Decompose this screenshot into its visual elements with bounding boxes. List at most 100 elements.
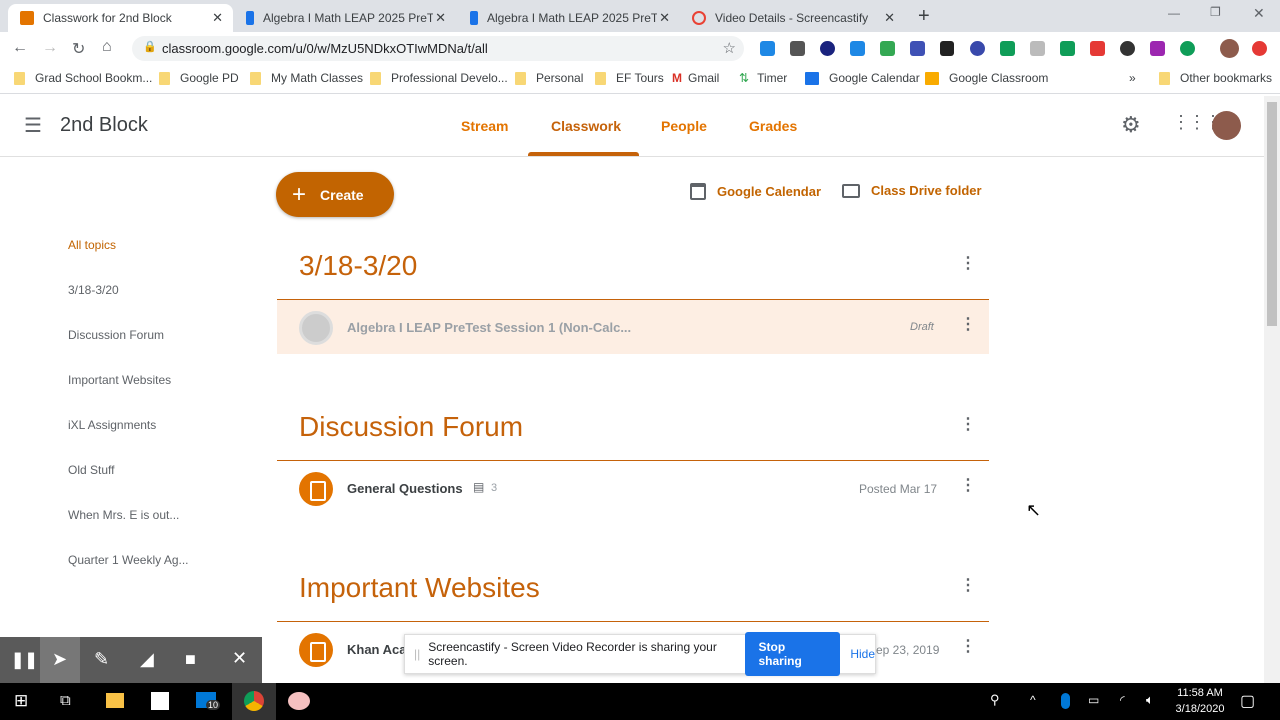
extension-icon[interactable] xyxy=(1180,41,1195,56)
sidebar-item[interactable]: Quarter 1 Weekly Ag... xyxy=(68,553,189,567)
class-drive-folder-link[interactable]: Class Drive folder xyxy=(842,183,982,198)
show-hidden-icons[interactable]: ^ xyxy=(1030,693,1036,707)
screencastify-taskbar-icon[interactable] xyxy=(288,692,310,710)
extension-icon[interactable] xyxy=(850,41,865,56)
topic-more-icon[interactable]: ⋮ xyxy=(960,256,976,272)
forward-icon[interactable]: → xyxy=(42,39,58,57)
pen-icon[interactable]: ✎ xyxy=(94,649,109,670)
tab-stream[interactable]: Stream xyxy=(461,118,508,134)
extension-icon[interactable] xyxy=(1252,41,1267,56)
assignment-row-draft[interactable]: Algebra I LEAP PreTest Session 1 (Non-Ca… xyxy=(277,300,989,354)
bluetooth-icon[interactable] xyxy=(1061,693,1070,709)
scrollbar-thumb[interactable] xyxy=(1267,102,1277,326)
task-view-icon[interactable]: ⧉ xyxy=(60,692,71,709)
wifi-icon[interactable]: ◜ xyxy=(1120,693,1125,707)
extension-icon[interactable] xyxy=(820,41,835,56)
account-avatar[interactable] xyxy=(1212,111,1241,140)
sidebar-item[interactable]: Old Stuff xyxy=(68,463,114,477)
extension-icon[interactable] xyxy=(1000,41,1015,56)
stop-sharing-button[interactable]: Stop sharing xyxy=(744,632,841,676)
address-bar[interactable]: 🔒 classroom.google.com/u/0/w/MzU5NDkxOTI… xyxy=(132,36,744,61)
item-title[interactable]: General Questions xyxy=(347,481,463,496)
bookmark-gmail[interactable]: M Gmail xyxy=(672,71,719,85)
extension-icon[interactable] xyxy=(910,41,925,56)
item-more-icon[interactable]: ⋮ xyxy=(960,317,976,333)
topic-more-icon[interactable]: ⋮ xyxy=(960,578,976,594)
extension-icon[interactable] xyxy=(940,41,954,56)
file-explorer-icon[interactable] xyxy=(106,693,124,708)
google-calendar-link[interactable]: Google Calendar xyxy=(690,183,821,200)
item-more-icon[interactable]: ⋮ xyxy=(960,639,976,655)
extension-icon[interactable] xyxy=(1150,41,1165,56)
bookmark-folder[interactable]: Personal xyxy=(515,71,583,85)
extension-icon[interactable] xyxy=(760,41,775,56)
extension-icon[interactable] xyxy=(1060,41,1075,56)
settings-gear-icon[interactable]: ⚙ xyxy=(1121,112,1141,138)
tab-algebra-1[interactable]: Algebra I Math LEAP 2025 PreTe ✕ xyxy=(234,4,456,32)
close-tab-icon[interactable]: ✕ xyxy=(212,10,223,26)
close-tab-icon[interactable]: ✕ xyxy=(435,10,446,26)
store-icon[interactable] xyxy=(151,692,169,710)
create-button[interactable]: + Create xyxy=(276,172,394,217)
clock-time[interactable]: 11:58 AM xyxy=(1177,687,1223,699)
topic-more-icon[interactable]: ⋮ xyxy=(960,417,976,433)
windows-start-icon[interactable]: ⊞ xyxy=(14,691,28,711)
tab-classwork[interactable]: Classwork xyxy=(551,118,621,134)
hide-button[interactable]: Hide xyxy=(850,647,875,661)
cursor-tool[interactable]: ➤ xyxy=(40,637,80,683)
drag-handle-icon[interactable]: || xyxy=(414,647,420,661)
bookmark-folder[interactable]: Google PD xyxy=(159,71,239,85)
sidebar-item[interactable]: When Mrs. E is out... xyxy=(68,508,179,522)
minimize-button[interactable]: — xyxy=(1168,6,1180,20)
item-title[interactable]: Khan Aca xyxy=(347,642,406,657)
sidebar-item[interactable]: iXL Assignments xyxy=(68,418,156,432)
notifications-icon[interactable]: ▢ xyxy=(1240,691,1255,711)
extension-icon[interactable] xyxy=(1030,41,1045,56)
tab-people[interactable]: People xyxy=(661,118,707,134)
bookmark-timer[interactable]: ⇅ Timer xyxy=(739,71,787,85)
clock-date[interactable]: 3/18/2020 xyxy=(1175,703,1225,715)
camera-icon[interactable]: ■ xyxy=(185,649,196,670)
close-icon[interactable]: ✕ xyxy=(232,648,247,669)
bookmark-other[interactable]: Other bookmarks xyxy=(1159,71,1272,85)
extension-icon[interactable] xyxy=(790,41,805,56)
sidebar-item[interactable]: Discussion Forum xyxy=(68,328,164,342)
tab-grades[interactable]: Grades xyxy=(749,118,797,134)
extension-icon[interactable] xyxy=(1120,41,1135,56)
tab-screencastify[interactable]: Video Details - Screencastify ✕ xyxy=(680,4,905,32)
back-icon[interactable]: ← xyxy=(12,39,28,57)
drive-icon[interactable] xyxy=(880,41,895,56)
mail-icon[interactable]: 10 xyxy=(196,692,221,710)
tab-algebra-2[interactable]: Algebra I Math LEAP 2025 PreTe ✕ xyxy=(458,4,680,32)
sidebar-item[interactable]: Important Websites xyxy=(68,373,171,387)
volume-icon[interactable]: 🔈︎ xyxy=(1146,692,1154,708)
sidebar-item-all-topics[interactable]: All topics xyxy=(68,238,116,252)
scrollbar[interactable] xyxy=(1264,96,1280,683)
reload-icon[interactable]: ↻ xyxy=(72,39,85,59)
restore-button[interactable]: ❐ xyxy=(1210,5,1221,19)
profile-avatar[interactable] xyxy=(1220,39,1239,58)
new-tab-button[interactable]: + xyxy=(918,5,930,28)
sidebar-item[interactable]: 3/18-3/20 xyxy=(68,283,119,297)
close-window-button[interactable]: ✕ xyxy=(1253,5,1265,22)
bookmark-classroom[interactable]: Google Classroom xyxy=(925,71,1048,85)
close-tab-icon[interactable]: ✕ xyxy=(884,10,895,26)
close-tab-icon[interactable]: ✕ xyxy=(659,10,670,26)
eraser-icon[interactable]: ◢ xyxy=(140,649,154,670)
extension-icon[interactable] xyxy=(1090,41,1105,56)
pause-icon[interactable]: ❚❚ xyxy=(11,650,38,670)
bookmark-star-icon[interactable]: ☆ xyxy=(723,39,736,57)
home-icon[interactable]: ⌂ xyxy=(102,38,112,56)
tab-classwork[interactable]: Classwork for 2nd Block ✕ xyxy=(8,4,233,32)
people-icon[interactable]: ⚲ xyxy=(990,692,1000,708)
bookmark-folder[interactable]: My Math Classes xyxy=(250,71,363,85)
extension-icon[interactable] xyxy=(970,41,985,56)
bookmark-folder[interactable]: EF Tours xyxy=(595,71,664,85)
battery-icon[interactable]: ▭ xyxy=(1088,693,1099,707)
bookmark-calendar[interactable]: Google Calendar xyxy=(805,71,920,85)
bookmark-folder[interactable]: Professional Develo... xyxy=(370,71,508,85)
menu-icon[interactable]: ☰ xyxy=(24,113,42,138)
item-more-icon[interactable]: ⋮ xyxy=(960,478,976,494)
more-bookmarks-button[interactable]: » xyxy=(1129,71,1136,85)
chrome-taskbar-button[interactable] xyxy=(232,683,276,720)
